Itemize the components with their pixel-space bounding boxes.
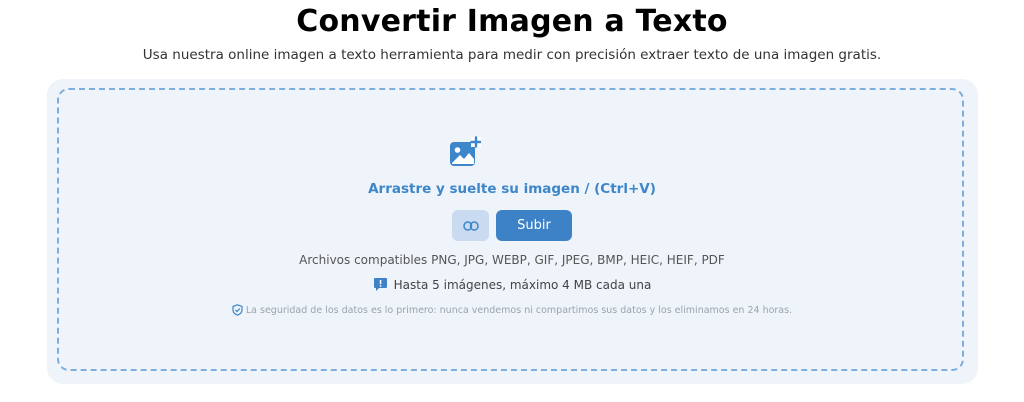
info-bubble-icon (373, 277, 388, 292)
upload-limits-text: Hasta 5 imágenes, máximo 4 MB cada una (393, 277, 652, 292)
drop-instruction: Arrastre y suelte su imagen / (Ctrl+V) (368, 181, 656, 197)
shield-icon (232, 304, 243, 316)
image-add-icon[interactable] (449, 136, 482, 168)
upload-from-url-button[interactable] (452, 210, 489, 241)
privacy-notice: La seguridad de los datos es lo primero:… (0, 304, 1024, 316)
page-title: Convertir Imagen a Texto (296, 4, 728, 39)
upload-button[interactable]: Subir (496, 210, 572, 241)
upload-limits: Hasta 5 imágenes, máximo 4 MB cada una (0, 277, 1024, 292)
privacy-text: La seguridad de los datos es lo primero:… (245, 304, 793, 316)
page-subtitle: Usa nuestra online imagen a texto herram… (142, 47, 882, 63)
supported-formats: Archivos compatibles PNG, JPG, WEBP, GIF… (299, 253, 725, 267)
link-icon (462, 220, 479, 231)
